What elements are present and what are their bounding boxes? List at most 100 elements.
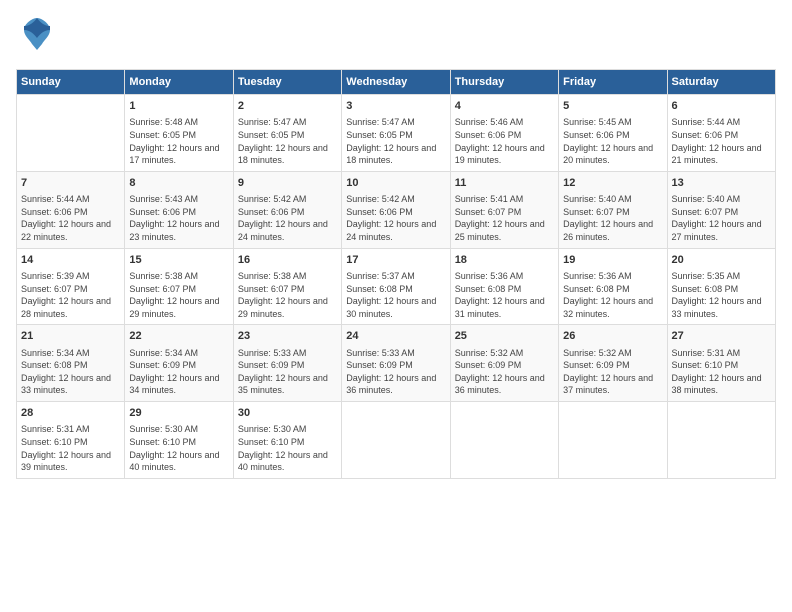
day-number: 22	[129, 329, 228, 344]
calendar-cell: 30 Sunrise: 5:30 AMSunset: 6:10 PMDayligh…	[233, 402, 341, 479]
page-header	[16, 16, 776, 57]
calendar-cell: 29 Sunrise: 5:30 AMSunset: 6:10 PMDayligh…	[125, 402, 233, 479]
calendar-cell	[667, 402, 775, 479]
calendar-cell: 15Sunrise: 5:38 AMSunset: 6:07 PMDayligh…	[125, 248, 233, 325]
calendar-cell: 20 Sunrise: 5:35 AMSunset: 6:08 PMDayligh…	[667, 248, 775, 325]
col-header-sunday: Sunday	[17, 70, 125, 95]
day-number: 26	[563, 329, 662, 344]
cell-content: Sunrise: 5:34 AMSunset: 6:08 PMDaylight:…	[21, 347, 120, 397]
calendar-cell: 5 Sunrise: 5:45 AMSunset: 6:06 PMDaylight…	[559, 95, 667, 172]
day-number: 2	[238, 99, 337, 114]
cell-content: Sunrise: 5:47 AMSunset: 6:05 PMDaylight:…	[346, 116, 445, 166]
calendar-cell	[17, 95, 125, 172]
calendar-table: SundayMondayTuesdayWednesdayThursdayFrid…	[16, 69, 776, 479]
cell-content: Sunrise: 5:44 AMSunset: 6:06 PMDaylight:…	[672, 116, 771, 166]
calendar-cell: 12 Sunrise: 5:40 AMSunset: 6:07 PMDayligh…	[559, 171, 667, 248]
day-number: 19	[563, 253, 662, 268]
day-number: 30	[238, 406, 337, 421]
cell-content: Sunrise: 5:31 AMSunset: 6:10 PMDaylight:…	[21, 423, 120, 473]
cell-content: Sunrise: 5:41 AMSunset: 6:07 PMDaylight:…	[455, 193, 554, 243]
day-number: 7	[21, 176, 120, 191]
cell-content: Sunrise: 5:45 AMSunset: 6:06 PMDaylight:…	[563, 116, 662, 166]
cell-content: Sunrise: 5:32 AMSunset: 6:09 PMDaylight:…	[455, 347, 554, 397]
cell-content: Sunrise: 5:30 AMSunset: 6:10 PMDaylight:…	[238, 423, 337, 473]
cell-content: Sunrise: 5:44 AMSunset: 6:06 PMDaylight:…	[21, 193, 120, 243]
calendar-cell: 27 Sunrise: 5:31 AMSunset: 6:10 PMDayligh…	[667, 325, 775, 402]
cell-content: Sunrise: 5:35 AMSunset: 6:08 PMDaylight:…	[672, 270, 771, 320]
calendar-cell: 21 Sunrise: 5:34 AMSunset: 6:08 PMDayligh…	[17, 325, 125, 402]
cell-content: Sunrise: 5:36 AMSunset: 6:08 PMDaylight:…	[563, 270, 662, 320]
calendar-cell: 2 Sunrise: 5:47 AMSunset: 6:05 PMDaylight…	[233, 95, 341, 172]
calendar-cell: 14 Sunrise: 5:39 AMSunset: 6:07 PMDayligh…	[17, 248, 125, 325]
calendar-cell: 23 Sunrise: 5:33 AMSunset: 6:09 PMDayligh…	[233, 325, 341, 402]
calendar-cell: 10 Sunrise: 5:42 AMSunset: 6:06 PMDayligh…	[342, 171, 450, 248]
calendar-cell: 17Sunrise: 5:37 AMSunset: 6:08 PMDayligh…	[342, 248, 450, 325]
cell-content: Sunrise: 5:40 AMSunset: 6:07 PMDaylight:…	[563, 193, 662, 243]
calendar-cell: 22 Sunrise: 5:34 AMSunset: 6:09 PMDayligh…	[125, 325, 233, 402]
day-number: 13	[672, 176, 771, 191]
day-number: 20	[672, 253, 771, 268]
day-number: 24	[346, 329, 445, 344]
day-number: 29	[129, 406, 228, 421]
cell-content: Sunrise: 5:42 AMSunset: 6:06 PMDaylight:…	[238, 193, 337, 243]
calendar-week-3: 14 Sunrise: 5:39 AMSunset: 6:07 PMDayligh…	[17, 248, 776, 325]
day-number: 10	[346, 176, 445, 191]
cell-content: Sunrise: 5:31 AMSunset: 6:10 PMDaylight:…	[672, 347, 771, 397]
calendar-cell: 11 Sunrise: 5:41 AMSunset: 6:07 PMDayligh…	[450, 171, 558, 248]
cell-content: Sunrise: 5:39 AMSunset: 6:07 PMDaylight:…	[21, 270, 120, 320]
day-number: 9	[238, 176, 337, 191]
day-number: 27	[672, 329, 771, 344]
calendar-cell: 19 Sunrise: 5:36 AMSunset: 6:08 PMDayligh…	[559, 248, 667, 325]
calendar-week-5: 28 Sunrise: 5:31 AMSunset: 6:10 PMDayligh…	[17, 402, 776, 479]
logo	[16, 16, 52, 57]
calendar-cell	[559, 402, 667, 479]
col-header-tuesday: Tuesday	[233, 70, 341, 95]
calendar-cell: 3 Sunrise: 5:47 AMSunset: 6:05 PMDaylight…	[342, 95, 450, 172]
cell-content: Sunrise: 5:42 AMSunset: 6:06 PMDaylight:…	[346, 193, 445, 243]
calendar-cell: 26Sunrise: 5:32 AMSunset: 6:09 PMDayligh…	[559, 325, 667, 402]
cell-content: Sunrise: 5:46 AMSunset: 6:06 PMDaylight:…	[455, 116, 554, 166]
day-number: 14	[21, 253, 120, 268]
calendar-cell: 24 Sunrise: 5:33 AMSunset: 6:09 PMDayligh…	[342, 325, 450, 402]
calendar-week-2: 7 Sunrise: 5:44 AMSunset: 6:06 PMDaylight…	[17, 171, 776, 248]
day-number: 28	[21, 406, 120, 421]
col-header-wednesday: Wednesday	[342, 70, 450, 95]
calendar-cell: 1Sunrise: 5:48 AMSunset: 6:05 PMDaylight…	[125, 95, 233, 172]
cell-content: Sunrise: 5:47 AMSunset: 6:05 PMDaylight:…	[238, 116, 337, 166]
calendar-cell: 7 Sunrise: 5:44 AMSunset: 6:06 PMDaylight…	[17, 171, 125, 248]
col-header-thursday: Thursday	[450, 70, 558, 95]
day-number: 18	[455, 253, 554, 268]
day-number: 3	[346, 99, 445, 114]
day-number: 6	[672, 99, 771, 114]
cell-content: Sunrise: 5:43 AMSunset: 6:06 PMDaylight:…	[129, 193, 228, 243]
day-number: 8	[129, 176, 228, 191]
cell-content: Sunrise: 5:36 AMSunset: 6:08 PMDaylight:…	[455, 270, 554, 320]
col-header-saturday: Saturday	[667, 70, 775, 95]
calendar-cell: 9 Sunrise: 5:42 AMSunset: 6:06 PMDaylight…	[233, 171, 341, 248]
calendar-week-4: 21 Sunrise: 5:34 AMSunset: 6:08 PMDayligh…	[17, 325, 776, 402]
cell-content: Sunrise: 5:33 AMSunset: 6:09 PMDaylight:…	[238, 347, 337, 397]
calendar-cell	[450, 402, 558, 479]
cell-content: Sunrise: 5:30 AMSunset: 6:10 PMDaylight:…	[129, 423, 228, 473]
col-header-monday: Monday	[125, 70, 233, 95]
cell-content: Sunrise: 5:48 AMSunset: 6:05 PMDaylight:…	[129, 116, 228, 166]
day-number: 25	[455, 329, 554, 344]
calendar-week-1: 1Sunrise: 5:48 AMSunset: 6:05 PMDaylight…	[17, 95, 776, 172]
cell-content: Sunrise: 5:34 AMSunset: 6:09 PMDaylight:…	[129, 347, 228, 397]
day-number: 16	[238, 253, 337, 268]
day-number: 23	[238, 329, 337, 344]
day-number: 21	[21, 329, 120, 344]
cell-content: Sunrise: 5:33 AMSunset: 6:09 PMDaylight:…	[346, 347, 445, 397]
calendar-header-row: SundayMondayTuesdayWednesdayThursdayFrid…	[17, 70, 776, 95]
day-number: 17	[346, 253, 445, 268]
day-number: 11	[455, 176, 554, 191]
calendar-cell: 4 Sunrise: 5:46 AMSunset: 6:06 PMDaylight…	[450, 95, 558, 172]
calendar-cell	[342, 402, 450, 479]
day-number: 5	[563, 99, 662, 114]
day-number: 12	[563, 176, 662, 191]
day-number: 4	[455, 99, 554, 114]
calendar-cell: 16Sunrise: 5:38 AMSunset: 6:07 PMDayligh…	[233, 248, 341, 325]
calendar-cell: 18 Sunrise: 5:36 AMSunset: 6:08 PMDayligh…	[450, 248, 558, 325]
col-header-friday: Friday	[559, 70, 667, 95]
calendar-cell: 25 Sunrise: 5:32 AMSunset: 6:09 PMDayligh…	[450, 325, 558, 402]
